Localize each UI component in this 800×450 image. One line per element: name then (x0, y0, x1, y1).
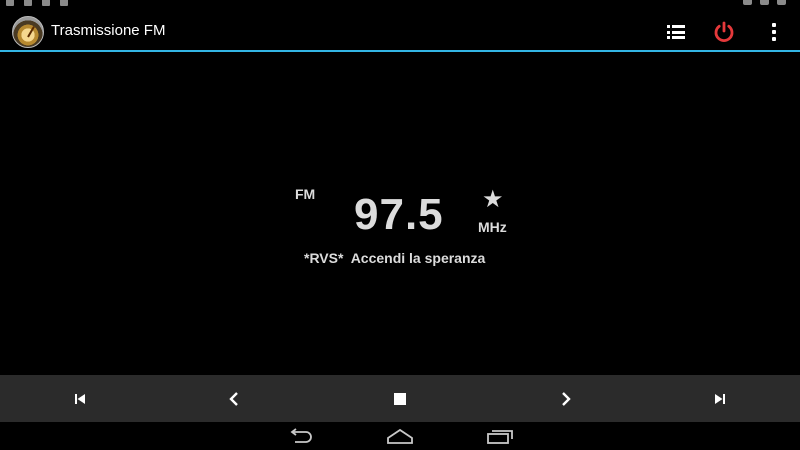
radio-dial-icon[interactable] (12, 16, 44, 48)
back-button[interactable] (280, 428, 320, 450)
notification-icon (42, 0, 50, 6)
status-bar (0, 0, 800, 10)
notification-icon (6, 0, 14, 6)
seek-down-button[interactable] (154, 375, 314, 422)
power-icon (714, 21, 734, 42)
favorite-star-icon[interactable]: ★ (482, 186, 504, 212)
more-vert-icon (772, 23, 776, 41)
home-button[interactable] (380, 428, 420, 450)
chevron-right-icon (562, 391, 571, 406)
transport-bar (0, 375, 800, 422)
station-list-button[interactable] (662, 18, 690, 46)
frequency-unit: MHz (478, 219, 507, 235)
skip-next-icon (715, 393, 725, 404)
rds-text: *RVS* Accendi la speranza (304, 250, 486, 266)
recents-button[interactable] (480, 428, 520, 450)
fm-radio-screen: Trasmissione FM FM 97.5 ★ MHz *RVS* Acce… (0, 0, 800, 450)
notification-icon (24, 0, 32, 6)
frequency-display: 97.5 (354, 190, 444, 239)
notification-icon (60, 0, 68, 6)
app-title: Trasmissione FM (51, 22, 166, 39)
chevron-left-icon (229, 391, 238, 406)
status-notifications (6, 0, 68, 6)
list-icon (667, 25, 685, 39)
home-icon (387, 428, 413, 444)
band-label: FM (295, 186, 316, 202)
wifi-icon (760, 0, 769, 5)
skip-previous-icon (75, 393, 85, 404)
stop-icon (394, 392, 406, 405)
skip-previous-button[interactable] (0, 375, 160, 422)
overflow-menu-button[interactable] (760, 18, 788, 46)
skip-next-button[interactable] (640, 375, 800, 422)
system-nav-bar (0, 422, 800, 450)
signal-icon (777, 0, 786, 5)
power-button[interactable] (710, 18, 738, 46)
status-indicators (743, 0, 794, 5)
stop-button[interactable] (320, 375, 480, 422)
back-icon (290, 428, 312, 443)
headset-icon (743, 0, 752, 5)
seek-up-button[interactable] (486, 375, 646, 422)
action-bar: Trasmissione FM (0, 10, 800, 52)
recents-icon (487, 430, 513, 444)
